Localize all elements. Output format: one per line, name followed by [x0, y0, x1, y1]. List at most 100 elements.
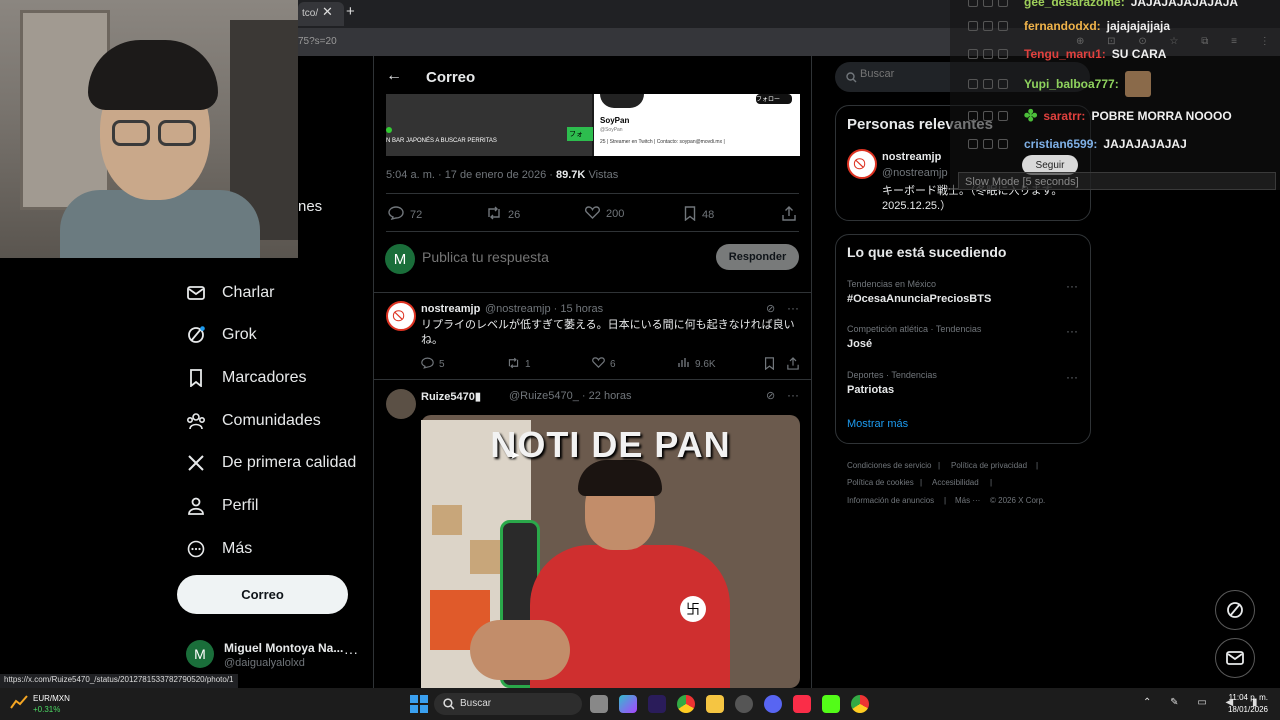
chat-username[interactable]: Yupi_balboa777: — [1024, 77, 1119, 91]
reply-stat[interactable]: 72 — [388, 206, 422, 223]
settings-icon[interactable] — [735, 695, 753, 713]
close-icon[interactable]: ✕ — [322, 4, 333, 20]
repost-stat[interactable]: 26 — [486, 206, 520, 223]
chat-slow-mode-input[interactable]: Slow Mode [5 seconds] — [958, 172, 1276, 190]
sidebar-item-communities[interactable]: Comunidades — [186, 401, 321, 441]
share-button[interactable] — [787, 357, 799, 373]
more-icon[interactable]: ··· — [1066, 324, 1078, 338]
avatar[interactable] — [386, 389, 416, 419]
new-tab-icon[interactable]: + — [346, 3, 355, 20]
more-icon[interactable]: ··· — [787, 388, 799, 402]
browser-tab[interactable]: tco/ — [298, 2, 344, 26]
footer-link-cookies[interactable]: Política de cookies — [847, 478, 914, 487]
footer-link-accessibility[interactable]: Accesibilidad — [932, 478, 979, 487]
chat-username[interactable]: fernandodxd: — [1024, 19, 1101, 33]
relevant-person-name[interactable]: nostreamjp — [882, 151, 941, 163]
more-icon[interactable]: ··· — [1066, 279, 1078, 293]
chat-moderation-icons[interactable] — [968, 49, 1018, 59]
sidebar-item-more[interactable]: Más — [186, 529, 252, 569]
tweet-author-name[interactable]: Ruize5470▮ — [421, 390, 481, 403]
chat-moderation-icons[interactable] — [968, 21, 1018, 31]
show-more-link[interactable]: Mostrar más — [847, 418, 908, 430]
footer-link-more[interactable]: Más ··· — [955, 496, 980, 505]
share-button[interactable] — [782, 206, 796, 224]
reply-button[interactable]: Responder — [716, 244, 799, 270]
account-name[interactable]: Miguel Montoya Na... — [224, 641, 343, 655]
trend-name[interactable]: José — [847, 338, 872, 350]
bookmark-button[interactable] — [764, 357, 775, 373]
sidebar-item-profile[interactable]: Perfil — [186, 486, 258, 526]
avatar[interactable]: M — [186, 640, 214, 668]
grok-floating-button[interactable] — [1215, 590, 1255, 630]
chat-message: Yupi_balboa777: — [968, 71, 1151, 97]
search-input[interactable] — [860, 68, 960, 80]
repost-stat[interactable]: 1 — [507, 357, 531, 372]
back-arrow-icon[interactable]: ← — [386, 67, 402, 85]
messages-floating-button[interactable] — [1215, 638, 1255, 678]
more-icon[interactable]: ··· — [787, 301, 799, 315]
chat-moderation-icons[interactable] — [968, 111, 1018, 121]
sidebar-item-label: Charlar — [222, 284, 275, 301]
taskbar-date[interactable]: 18/01/2026 — [1224, 705, 1268, 714]
trend-name[interactable]: #OcesaAnunciaPreciosBTS — [847, 293, 991, 305]
chat-moderation-icons[interactable] — [968, 139, 1018, 149]
grok-icon[interactable]: ⊘ — [766, 389, 775, 402]
trend-meta: Deportes · Tendencias — [847, 370, 937, 380]
chat-username[interactable]: cristian6599: — [1024, 137, 1097, 151]
chrome-icon[interactable] — [677, 695, 695, 713]
sidebar-item-chat[interactable]: Charlar — [186, 273, 274, 313]
more-circle-icon — [186, 539, 206, 559]
copilot-icon[interactable] — [619, 695, 637, 713]
sidebar-item-partial[interactable]: nes — [298, 198, 322, 215]
sidebar-item-premium[interactable]: De primera calidad — [186, 443, 356, 483]
chat-username[interactable]: saratrr: — [1043, 109, 1085, 123]
chat-moderation-icons[interactable] — [968, 79, 1018, 89]
sidebar-item-bookmarks[interactable]: Marcadores — [186, 358, 306, 398]
taskbar-search-box[interactable] — [434, 693, 582, 715]
trend-name[interactable]: Patriotas — [847, 384, 894, 396]
like-stat[interactable]: 6 — [592, 357, 616, 371]
windows-taskbar — [0, 688, 1280, 720]
no-stream-avatar-icon[interactable]: ⃠ — [847, 149, 877, 179]
bookmark-stat[interactable]: 48 — [684, 206, 714, 224]
account-handle[interactable]: @daigualyalolxd — [224, 657, 305, 669]
chat-username[interactable]: Tengu_maru1: — [1024, 47, 1106, 61]
currency-widget-icon[interactable] — [10, 695, 28, 709]
reply-input[interactable] — [422, 249, 702, 265]
webcam-glasses-right — [158, 120, 196, 146]
more-icon[interactable]: ··· — [1066, 370, 1078, 384]
chat-username[interactable]: gee_desarazome: — [1024, 0, 1125, 9]
like-stat[interactable]: 200 — [585, 206, 624, 222]
music-icon[interactable] — [793, 695, 811, 713]
chat-moderation-icons[interactable] — [968, 0, 1018, 7]
tweet-author-handle[interactable]: @Ruize5470_ · 22 horas — [509, 390, 631, 402]
no-stream-avatar-icon[interactable]: ⃠ — [386, 301, 416, 331]
repost-icon — [507, 357, 520, 372]
tweet-author-handle[interactable]: @nostreamjp · 15 horas — [485, 303, 603, 315]
sidebar-item-grok[interactable]: Grok — [186, 315, 257, 355]
footer-link-terms[interactable]: Condiciones de servicio — [847, 461, 932, 470]
relevant-person-handle[interactable]: @nostreamjp — [882, 167, 948, 179]
taskbar-search-placeholder: Buscar — [460, 698, 492, 709]
post-button[interactable]: Correo — [177, 575, 348, 614]
discord-icon[interactable] — [764, 695, 782, 713]
views-stat[interactable]: 9.6K — [678, 357, 716, 371]
tweet-author-name[interactable]: nostreamjp — [421, 303, 480, 315]
webcam-background-door — [20, 10, 110, 210]
reply-stat[interactable]: 5 — [421, 357, 445, 372]
task-view-icon[interactable] — [590, 695, 608, 713]
taskbar-time[interactable]: 11:04 p. m. — [1224, 693, 1268, 702]
account-more-button[interactable]: ··· — [344, 644, 358, 660]
chrome-profile-icon[interactable] — [851, 695, 869, 713]
premiere-icon[interactable] — [648, 695, 666, 713]
windows-start-icon[interactable] — [410, 695, 428, 718]
footer-link-privacy[interactable]: Política de privacidad — [951, 461, 1027, 470]
grok-icon[interactable]: ⊘ — [766, 302, 775, 315]
file-explorer-icon[interactable] — [706, 695, 724, 713]
kick-icon[interactable] — [822, 695, 840, 713]
footer-link-ads[interactable]: Información de anuncios — [847, 496, 934, 505]
status-dot — [386, 127, 392, 133]
repost-count: 1 — [525, 359, 531, 370]
currency-pair-label[interactable]: EUR/MXN — [33, 694, 70, 703]
chat-message: gee_desarazome: JAJAJAJAJAJAJA — [968, 0, 1238, 12]
